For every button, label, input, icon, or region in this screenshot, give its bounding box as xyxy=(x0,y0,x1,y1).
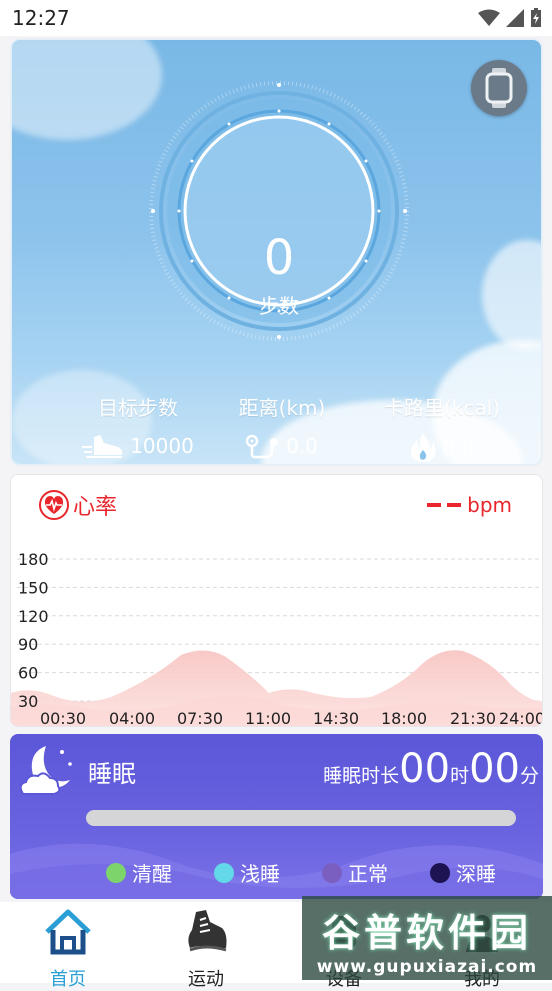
watch-button[interactable] xyxy=(471,60,527,116)
steps-card: 0 步数 目标步数 10000 距离(km) 0.0 卡路里(kcal) 0.0 xyxy=(10,38,543,466)
watermark-title: 谷普软件园 xyxy=(321,911,532,955)
legend-dot xyxy=(430,862,450,883)
legend-item-normal: 正常 xyxy=(322,858,388,887)
calorie-value: 0.0 xyxy=(442,436,474,460)
legend-item-light: 浅睡 xyxy=(214,858,280,887)
steps-value: 0 xyxy=(263,230,295,286)
y-tick-label: 90 xyxy=(18,635,38,654)
shoe-icon xyxy=(82,435,123,458)
sleep-legend: 清醒 浅睡 正常 深睡 xyxy=(106,858,496,887)
legend-dot xyxy=(322,862,342,883)
heart-rate-icon xyxy=(39,490,69,520)
steps-label: 步数 xyxy=(259,294,299,318)
status-bar: 12:27 xyxy=(0,0,552,36)
x-tick-label: 11:00 xyxy=(245,709,291,727)
heart-rate-readout: bpm xyxy=(427,493,512,517)
sleep-minutes: 00 xyxy=(469,746,520,792)
legend-item-deep: 深睡 xyxy=(430,858,496,887)
x-tick-label: 00:30 xyxy=(40,709,86,727)
x-tick-label: 24:00 xyxy=(499,709,543,727)
distance-stat: 距离(km) 0.0 xyxy=(222,392,342,459)
legend-dot xyxy=(106,862,126,883)
running-shoe-icon xyxy=(188,910,227,952)
x-tick-label: 21:30 xyxy=(450,709,496,727)
sleep-minute-unit: 分 xyxy=(519,765,539,787)
x-tick-label: 14:30 xyxy=(313,709,359,727)
y-tick-label: 180 xyxy=(18,550,49,569)
nav-item-home[interactable]: 首页 xyxy=(18,908,118,991)
route-icon xyxy=(246,434,279,459)
sleep-progress-bar xyxy=(86,810,516,826)
distance-value: 0.0 xyxy=(286,434,318,458)
target-steps-stat: 目标步数 10000 xyxy=(68,392,208,459)
x-tick-label: 18:00 xyxy=(381,709,427,727)
sleep-card[interactable]: 睡眠 睡眠时长 00 时 00 分 清醒 浅睡 正常 深睡 xyxy=(10,734,543,899)
legend-item-awake: 清醒 xyxy=(106,858,172,887)
sleep-title: 睡眠 xyxy=(88,760,136,788)
y-tick-label: 150 xyxy=(18,578,49,597)
target-steps-label: 目标步数 xyxy=(98,396,178,420)
wifi-icon xyxy=(478,9,500,26)
value-placeholder-dash xyxy=(447,503,462,507)
battery-icon xyxy=(531,8,541,27)
sleep-duration-label: 睡眠时长 xyxy=(323,765,400,787)
nav-label-sport: 运动 xyxy=(188,969,224,990)
moon-cloud-icon xyxy=(19,746,72,795)
sleep-hours: 00 xyxy=(399,746,451,792)
flame-icon xyxy=(410,434,436,462)
y-tick-label: 120 xyxy=(18,607,49,626)
sleep-duration: 睡眠时长 00 时 00 分 xyxy=(323,746,539,792)
target-steps-value: 10000 xyxy=(130,434,194,458)
cloud-decoration xyxy=(482,240,541,350)
signal-icon xyxy=(506,9,524,27)
calorie-label: 卡路里(kcal) xyxy=(384,396,500,420)
watch-icon xyxy=(485,68,513,108)
distance-label: 距离(km) xyxy=(238,396,326,420)
heart-rate-card[interactable]: 180 150 120 90 60 30 00:30 04:00 07:30 11:00 14:3… xyxy=(10,474,543,727)
y-tick-label: 60 xyxy=(18,664,38,683)
nav-label-home: 首页 xyxy=(50,969,86,990)
y-tick-label: 30 xyxy=(18,692,38,711)
home-icon xyxy=(45,909,91,955)
x-tick-label: 07:30 xyxy=(177,709,223,727)
x-tick-label: 04:00 xyxy=(109,709,155,727)
watermark-url: www.gupuxiazai.com xyxy=(316,957,538,977)
nav-item-sport[interactable]: 运动 xyxy=(156,908,256,991)
status-time: 12:27 xyxy=(12,6,70,30)
legend-dot xyxy=(214,862,234,883)
sleep-hour-unit: 时 xyxy=(450,765,470,787)
calorie-stat: 卡路里(kcal) 0.0 xyxy=(372,392,512,463)
watermark-overlay: 谷普软件园 www.gupuxiazai.com xyxy=(302,896,552,980)
value-placeholder-dash xyxy=(427,503,442,507)
heart-rate-unit: bpm xyxy=(467,493,512,517)
heart-rate-title: 心率 xyxy=(73,495,118,520)
cloud-decoration xyxy=(12,40,162,140)
